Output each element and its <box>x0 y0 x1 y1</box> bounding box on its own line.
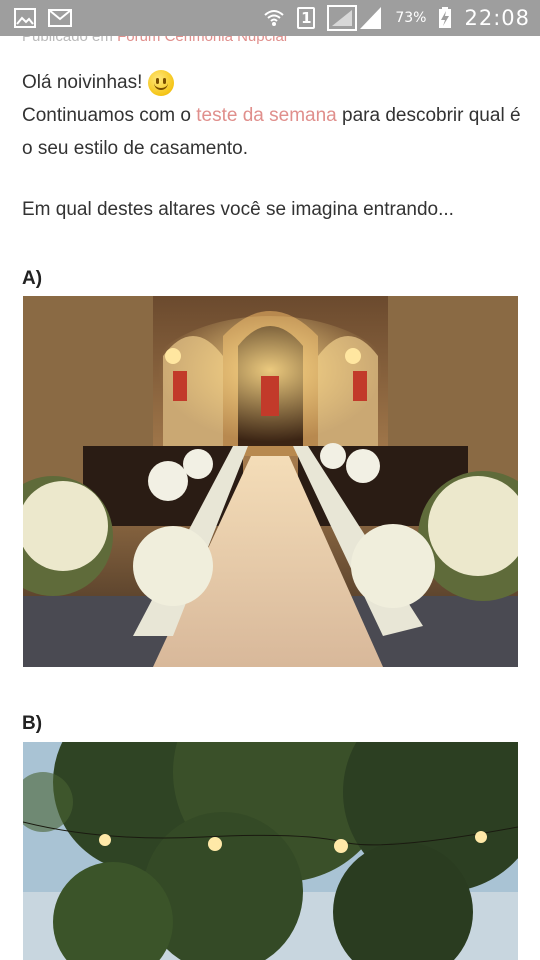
intro-text-before: Continuamos com o <box>22 105 197 126</box>
mail-notification-icon[interactable] <box>48 9 72 27</box>
weekly-test-link[interactable]: teste da semana <box>196 105 336 126</box>
option-a-label: A) <box>22 268 43 289</box>
system-icons: 1 73% 22:08 <box>263 5 530 31</box>
battery-charging-icon <box>438 7 452 29</box>
image-notification-icon[interactable] <box>14 8 36 28</box>
sim-icon: 1 <box>297 7 316 29</box>
signal-icon <box>327 5 383 31</box>
greeting-line: Olá noivinhas! <box>22 66 522 99</box>
smiley-emoji-icon <box>148 69 175 96</box>
clock: 22:08 <box>464 6 530 30</box>
outdoor-trees-photo[interactable] <box>23 742 518 960</box>
status-bar: 1 73% 22:08 <box>0 0 540 36</box>
notification-icons <box>14 8 72 28</box>
option-b-label: B) <box>22 713 43 734</box>
question-text: Em qual destes altares você se imagina e… <box>22 199 454 220</box>
battery-percent: 73% <box>395 10 427 26</box>
church-altar-photo[interactable] <box>23 296 518 667</box>
article-body: Olá noivinhas! Continuamos com o teste d… <box>22 66 522 165</box>
greeting-text: Olá noivinhas! <box>22 72 143 93</box>
wifi-icon <box>263 7 285 29</box>
intro-paragraph: Continuamos com o teste da semana para d… <box>22 99 522 165</box>
